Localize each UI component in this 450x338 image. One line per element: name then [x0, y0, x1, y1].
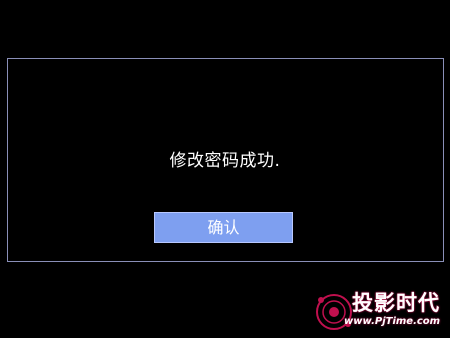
confirm-button[interactable]: 确认 [154, 212, 293, 243]
success-message: 修改密码成功. [169, 151, 281, 171]
watermark-title: 投影时代 [352, 291, 440, 315]
watermark-url: www.PjTime.com [344, 316, 441, 327]
pjtime-watermark: 投影时代 www.PjTime.com [312, 286, 446, 334]
